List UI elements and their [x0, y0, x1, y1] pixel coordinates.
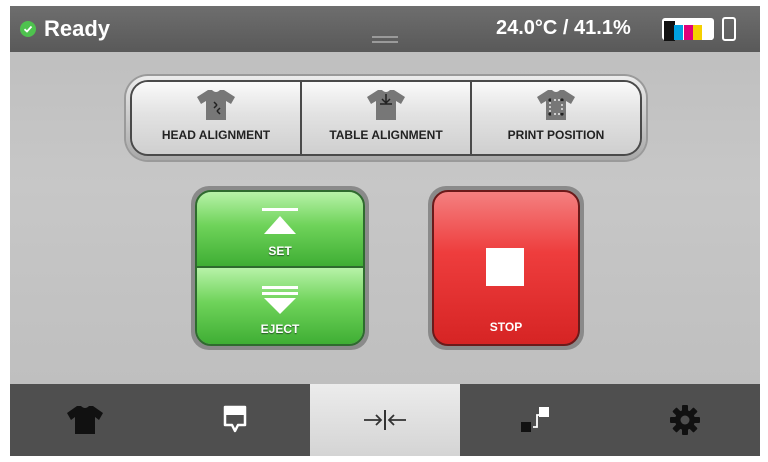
shirt-target-icon — [537, 90, 575, 120]
ink-yellow-level — [693, 25, 702, 40]
nav-align[interactable] — [310, 384, 460, 456]
alignment-bar: HEAD ALIGNMENT TABLE ALIGNMENT PRINT POS… — [130, 80, 642, 156]
eject-label: EJECT — [260, 322, 300, 336]
stop-label: STOP — [489, 320, 523, 334]
print-position-button[interactable]: PRINT POSITION — [470, 82, 640, 154]
status-label: Ready — [44, 16, 111, 41]
nav-tshirt[interactable] — [10, 384, 160, 456]
shirt-arrows-icon — [197, 90, 235, 120]
align-arrows-icon — [364, 410, 406, 430]
ink-cyan-level — [674, 25, 683, 40]
ink-tag-icon — [223, 405, 247, 433]
stop-square-icon — [486, 248, 524, 286]
arrow-down-bar-icon — [262, 286, 298, 314]
table-alignment-button[interactable]: TABLE ALIGNMENT — [300, 82, 470, 154]
nav-ink[interactable] — [160, 384, 310, 456]
status-ready: Ready — [20, 16, 110, 42]
eject-button[interactable]: EJECT — [197, 268, 363, 344]
gear-icon — [670, 405, 700, 435]
nav-settings[interactable] — [610, 384, 760, 456]
platen-control: SET EJECT — [195, 190, 365, 346]
shirt-down-arrow-icon — [367, 90, 405, 120]
ink-white-level — [663, 21, 675, 41]
head-alignment-button[interactable]: HEAD ALIGNMENT — [132, 82, 300, 154]
status-bar: Ready 24.0°C / 41.1% — [10, 6, 760, 52]
ink-black-level — [702, 25, 712, 40]
nav-transfer[interactable] — [460, 384, 610, 456]
check-icon — [20, 21, 36, 37]
set-button[interactable]: SET — [197, 192, 363, 268]
table-alignment-label: TABLE ALIGNMENT — [329, 128, 443, 142]
transfer-icon — [521, 407, 549, 432]
arrow-up-bar-icon — [262, 208, 298, 234]
stop-button[interactable]: STOP — [432, 190, 580, 346]
cartridge-icon[interactable] — [722, 17, 736, 41]
pull-down-handle-icon[interactable] — [370, 34, 400, 46]
bottom-nav — [10, 384, 760, 456]
temperature-humidity: 24.0°C / 41.1% — [496, 17, 631, 39]
ink-levels-icon[interactable] — [662, 18, 714, 41]
printer-panel: Ready 24.0°C / 41.1% HEAD ALIGNMENT TABL… — [10, 6, 760, 456]
ink-magenta-level — [683, 25, 693, 40]
tshirt-icon — [67, 406, 103, 434]
head-alignment-label: HEAD ALIGNMENT — [161, 128, 271, 142]
set-label: SET — [268, 244, 292, 258]
print-position-label: PRINT POSITION — [507, 128, 605, 142]
